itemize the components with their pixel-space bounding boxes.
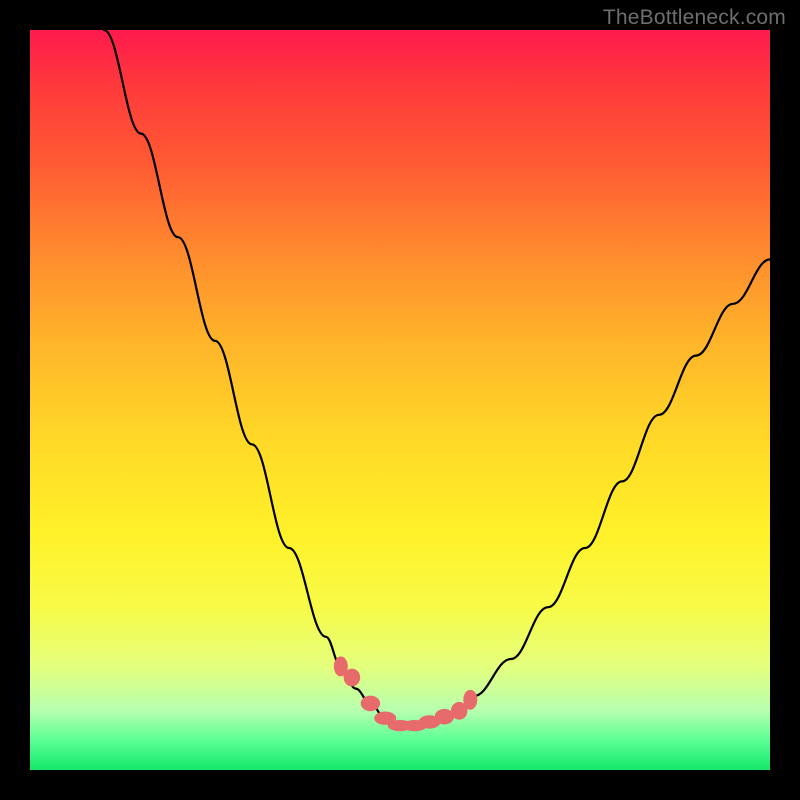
marker-group	[334, 656, 478, 731]
bottleneck-curve	[104, 30, 770, 726]
curve-marker	[463, 690, 477, 710]
watermark-text: TheBottleneck.com	[603, 6, 786, 30]
outer-frame: TheBottleneck.com	[0, 0, 800, 800]
curve-marker	[344, 669, 361, 687]
curve-marker	[361, 696, 380, 712]
chart-svg	[30, 30, 770, 770]
plot-area	[30, 30, 770, 770]
